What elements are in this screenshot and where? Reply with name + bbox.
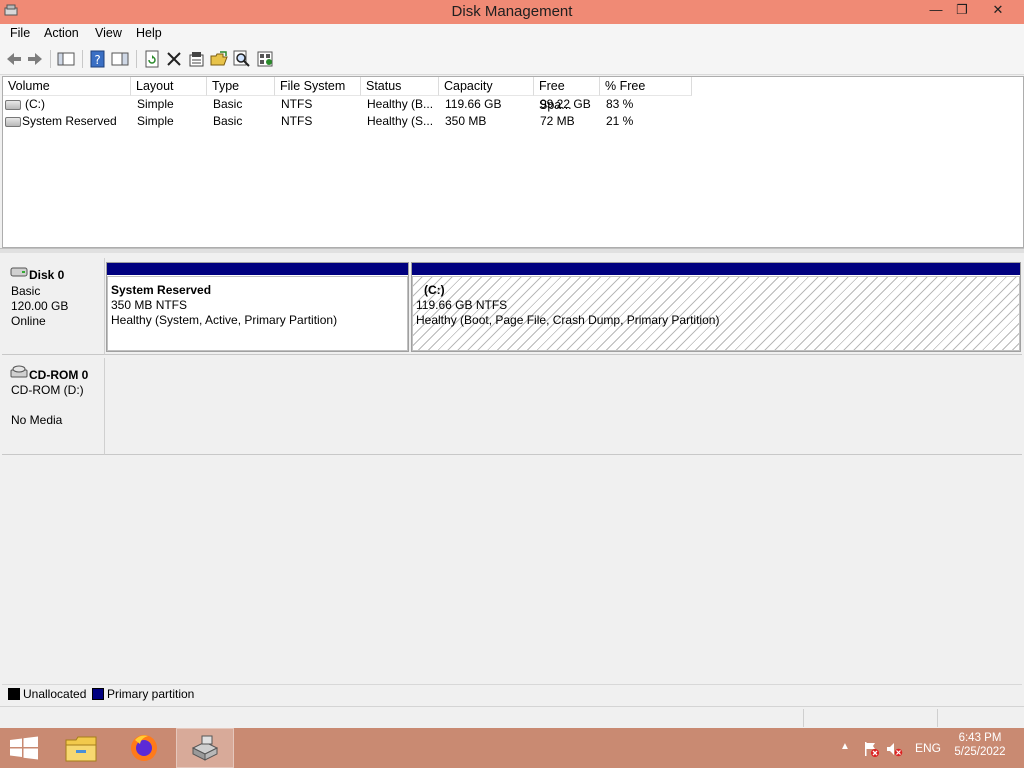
file-explorer-icon[interactable] <box>62 728 100 768</box>
disk-0-status: Online <box>11 314 46 328</box>
clock-time: 6:43 PM <box>958 732 1002 744</box>
cdrom-0-label[interactable]: CD-ROM 0 CD-ROM (D:) No Media <box>2 358 105 455</box>
column-header-capacity[interactable]: Capacity <box>439 77 534 96</box>
table-row[interactable]: (C:) Simple Basic NTFS Healthy (B... 119… <box>3 96 1021 113</box>
cell-volume: System Reserved <box>22 114 117 128</box>
partition-title: (C:) <box>424 283 445 297</box>
clock[interactable]: 6:43 PM 5/25/2022 <box>950 732 1010 758</box>
language-indicator[interactable]: ENG <box>915 741 941 755</box>
toolbar: ? <box>0 44 1024 75</box>
primary-partition-bar <box>412 263 1020 275</box>
menu-bar: File Action View Help <box>0 24 1024 44</box>
legend-unallocated: Unallocated <box>23 687 87 701</box>
cell-capacity: 119.66 GB <box>445 97 502 111</box>
cell-status: Healthy (S... <box>367 114 434 128</box>
cdrom-0-name: CD-ROM 0 <box>29 368 89 382</box>
taskbar: ▲ ENG 6:43 PM 5/25/2022 <box>0 728 1024 768</box>
column-header-free-space[interactable]: Free Spa... <box>534 77 600 112</box>
open-icon[interactable] <box>210 50 228 68</box>
cell-file-system: NTFS <box>281 97 313 111</box>
partition-size: 119.66 GB NTFS <box>416 298 508 312</box>
show-hide-console-tree-icon[interactable] <box>57 50 75 68</box>
disk-0-label[interactable]: Disk 0 Basic 120.00 GB Online <box>2 258 105 355</box>
menu-help[interactable]: Help <box>136 26 162 40</box>
cdrom-0-drive: CD-ROM (D:) <box>11 383 84 397</box>
disk-0-partitions: System Reserved 350 MB NTFS Healthy (Sys… <box>105 258 1022 355</box>
disk-0-size: 120.00 GB <box>11 299 69 313</box>
partition-c-drive[interactable]: (C:) 119.66 GB NTFS Healthy (Boot, Page … <box>411 262 1021 352</box>
disk-graphical-view: Disk 0 Basic 120.00 GB Online System Res… <box>2 254 1022 684</box>
cell-layout: Simple <box>137 114 174 128</box>
show-hidden-icons-chevron-icon[interactable]: ▲ <box>840 741 850 752</box>
legend: Unallocated Primary partition <box>2 684 1022 703</box>
close-button[interactable]: ✕ <box>986 0 1010 22</box>
status-bar <box>0 706 1024 729</box>
column-header-status[interactable]: Status <box>361 77 439 96</box>
column-header-layout[interactable]: Layout <box>131 77 207 96</box>
cell-free-space: 99.22 GB <box>540 97 591 111</box>
menu-file[interactable]: File <box>10 26 30 40</box>
cell-capacity: 350 MB <box>445 114 487 128</box>
delete-icon[interactable] <box>165 50 183 68</box>
volume-drive-icon <box>5 117 21 127</box>
disk-0-name: Disk 0 <box>29 268 65 282</box>
legend-primary: Primary partition <box>107 687 195 701</box>
volume-drive-icon <box>5 100 21 110</box>
cell-layout: Simple <box>137 97 174 111</box>
menu-action[interactable]: Action <box>44 26 79 40</box>
cell-free-space: 72 MB <box>540 114 575 128</box>
primary-partition-swatch <box>92 688 104 700</box>
pane-splitter[interactable] <box>0 248 1024 253</box>
cell-type: Basic <box>213 97 243 111</box>
cell-percent-free: 21 % <box>606 114 634 128</box>
partition-title: System Reserved <box>111 283 212 297</box>
volume-list[interactable]: Volume Layout Type File System Status Ca… <box>2 76 1024 248</box>
column-header-type[interactable]: Type <box>207 77 275 96</box>
disk-0-type: Basic <box>11 284 41 298</box>
firefox-icon[interactable] <box>126 728 162 768</box>
taskbar-item-disk-management[interactable] <box>176 728 234 768</box>
back-icon[interactable] <box>5 50 23 68</box>
settings-icon[interactable] <box>257 50 275 68</box>
partition-system-reserved[interactable]: System Reserved 350 MB NTFS Healthy (Sys… <box>106 262 409 352</box>
window-title: Disk Management <box>451 3 573 20</box>
title-bar: Disk Management — ❐ ✕ <box>0 0 1024 24</box>
refresh-icon[interactable] <box>143 50 161 68</box>
help-icon[interactable]: ? <box>89 50 107 68</box>
properties-pane-icon[interactable] <box>111 50 129 68</box>
search-icon[interactable] <box>233 50 251 68</box>
properties-icon[interactable] <box>188 50 206 68</box>
menu-view[interactable]: View <box>95 26 122 40</box>
cell-percent-free: 83 % <box>606 97 634 111</box>
cell-type: Basic <box>213 114 243 128</box>
windows-start-icon[interactable] <box>8 728 40 768</box>
minimize-button[interactable]: — <box>922 0 950 22</box>
cell-status: Healthy (B... <box>367 97 434 111</box>
cell-file-system: NTFS <box>281 114 313 128</box>
clock-date: 5/25/2022 <box>954 746 1006 758</box>
partition-size: 350 MB NTFS <box>111 298 188 312</box>
primary-partition-bar <box>107 263 408 275</box>
cdrom-icon <box>10 365 28 378</box>
action-center-flag-icon[interactable] <box>862 740 880 758</box>
disk-management-icon <box>191 735 219 761</box>
cdrom-0-media: No Media <box>11 413 63 427</box>
cell-volume: (C:) <box>25 97 45 111</box>
partition-status: Healthy (Boot, Page File, Crash Dump, Pr… <box>416 313 720 327</box>
volume-muted-icon[interactable] <box>885 740 903 758</box>
column-header-percent-free[interactable]: % Free <box>600 77 692 96</box>
table-row[interactable]: System Reserved Simple Basic NTFS Health… <box>3 113 1021 130</box>
svg-text:?: ? <box>94 53 100 67</box>
partition-status: Healthy (System, Active, Primary Partiti… <box>111 313 338 327</box>
cdrom-0-area <box>105 358 1022 455</box>
restore-button[interactable]: ❐ <box>948 0 976 22</box>
column-header-file-system[interactable]: File System <box>275 77 361 96</box>
unallocated-swatch <box>8 688 20 700</box>
disk-icon <box>10 267 28 277</box>
column-header-volume[interactable]: Volume <box>3 77 131 96</box>
forward-icon[interactable] <box>26 50 44 68</box>
